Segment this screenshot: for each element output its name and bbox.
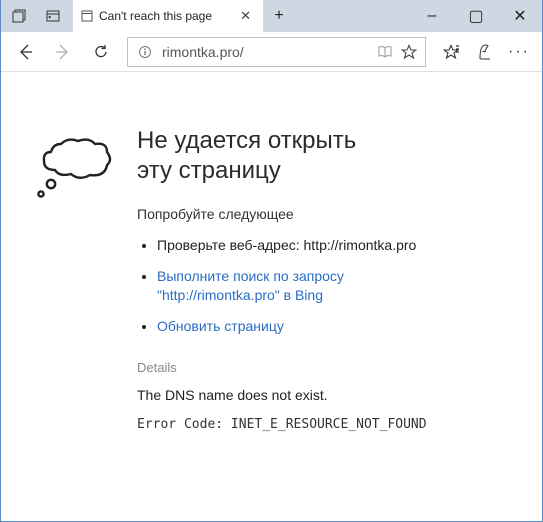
address-bar[interactable] xyxy=(127,37,426,67)
suggestion-refresh: Обновить страницу xyxy=(157,317,447,336)
site-info-icon[interactable] xyxy=(136,45,154,59)
refresh-button[interactable] xyxy=(83,34,119,70)
try-following-label: Попробуйте следующее xyxy=(137,206,522,222)
error-page-content: Не удается открыть эту страницу Попробуй… xyxy=(1,72,542,452)
back-button[interactable] xyxy=(7,34,43,70)
refresh-page-link[interactable]: Обновить страницу xyxy=(157,318,284,334)
check-address-prefix: Проверьте веб-адрес: xyxy=(157,237,304,253)
toolbar: ··· xyxy=(1,32,542,72)
notes-icon[interactable] xyxy=(468,34,502,70)
favorite-star-icon[interactable] xyxy=(401,44,417,60)
window-controls: – ▢ ✕ xyxy=(410,0,542,32)
minimize-button[interactable]: – xyxy=(410,0,454,32)
titlebar-drag-area xyxy=(295,0,410,32)
favorites-hub-icon[interactable] xyxy=(434,34,468,70)
thought-bubble-icon xyxy=(33,126,119,432)
error-code-value: INET_E_RESOURCE_NOT_FOUND xyxy=(231,417,427,432)
new-tab-button[interactable]: + xyxy=(263,0,295,32)
error-code: Error Code: INET_E_RESOURCE_NOT_FOUND xyxy=(137,417,522,432)
details-label: Details xyxy=(137,360,522,375)
dns-error-message: The DNS name does not exist. xyxy=(137,387,522,403)
forward-button xyxy=(45,34,81,70)
reading-view-icon[interactable] xyxy=(377,45,393,59)
set-aside-tabs-button[interactable] xyxy=(39,2,67,30)
error-main: Не удается открыть эту страницу Попробуй… xyxy=(137,126,522,432)
error-title: Не удается открыть эту страницу xyxy=(137,126,397,186)
check-address-url: http://rimontka.pro xyxy=(304,237,417,253)
tab-label: Can't reach this page xyxy=(99,9,230,23)
close-window-button[interactable]: ✕ xyxy=(498,0,542,32)
error-code-label: Error Code: xyxy=(137,417,231,432)
suggestions-list: Проверьте веб-адрес: http://rimontka.pro… xyxy=(137,236,522,336)
titlebar: Can't reach this page ✕ + – ▢ ✕ xyxy=(1,0,542,32)
active-tab[interactable]: Can't reach this page ✕ xyxy=(73,0,263,32)
titlebar-left xyxy=(1,0,71,32)
tab-preview-button[interactable] xyxy=(5,2,33,30)
more-menu-button[interactable]: ··· xyxy=(502,34,536,70)
tab-close-icon[interactable]: ✕ xyxy=(236,8,255,24)
suggestion-search-bing: Выполните поиск по запросу "http://rimon… xyxy=(157,267,447,305)
toolbar-right: ··· xyxy=(434,34,536,70)
suggestion-check-address: Проверьте веб-адрес: http://rimontka.pro xyxy=(157,236,447,255)
search-bing-link[interactable]: Выполните поиск по запросу "http://rimon… xyxy=(157,268,344,303)
maximize-button[interactable]: ▢ xyxy=(454,0,498,32)
page-icon xyxy=(81,10,93,22)
url-input[interactable] xyxy=(162,44,369,60)
